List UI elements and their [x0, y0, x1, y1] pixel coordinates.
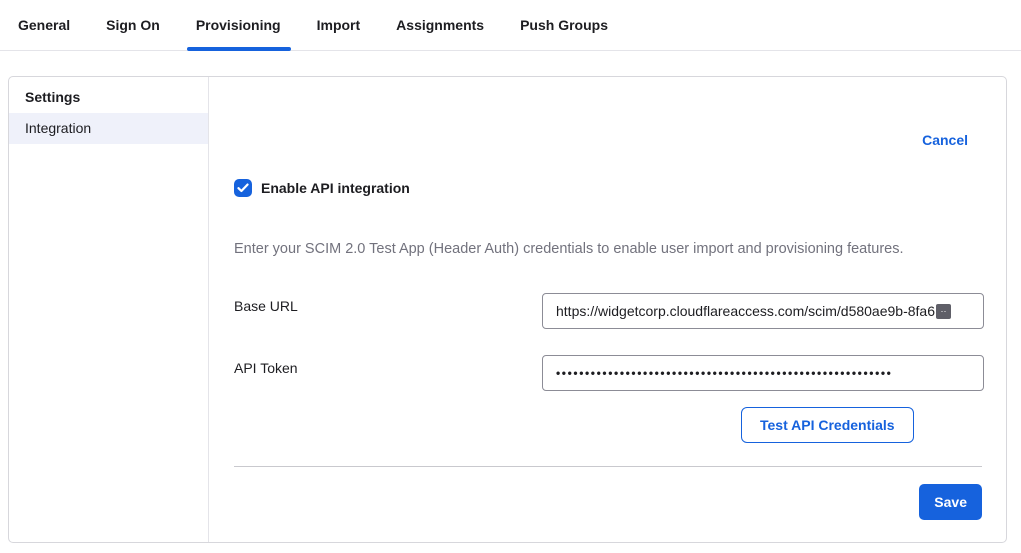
cancel-link[interactable]: Cancel [922, 132, 968, 148]
tab-assignments-label: Assignments [396, 17, 484, 33]
enable-api-integration-label: Enable API integration [261, 180, 410, 196]
tab-provisioning-label: Provisioning [196, 17, 281, 33]
settings-sidebar: Settings Integration [9, 77, 209, 542]
active-tab-underline [187, 47, 291, 51]
tab-push-groups[interactable]: Push Groups [520, 0, 608, 51]
tab-sign-on-label: Sign On [106, 17, 160, 33]
sidebar-item-integration[interactable]: Integration [9, 113, 208, 144]
app-tab-bar: General Sign On Provisioning Import Assi… [0, 0, 1021, 51]
tab-assignments[interactable]: Assignments [396, 0, 484, 51]
base-url-label: Base URL [234, 298, 298, 314]
tab-sign-on[interactable]: Sign On [106, 0, 160, 51]
sidebar-item-label: Integration [25, 120, 91, 136]
tab-general-label: General [18, 17, 70, 33]
tab-import[interactable]: Import [317, 0, 361, 51]
check-icon [237, 183, 249, 193]
footer-divider [234, 466, 982, 467]
credentials-description: Enter your SCIM 2.0 Test App (Header Aut… [234, 241, 982, 257]
text-overflow-marker: ·· [936, 304, 951, 319]
provisioning-settings-page: General Sign On Provisioning Import Assi… [0, 0, 1021, 553]
test-api-credentials-button[interactable]: Test API Credentials [741, 407, 914, 443]
enable-api-integration-row: Enable API integration [234, 179, 410, 197]
enable-api-integration-checkbox[interactable] [234, 179, 252, 197]
provisioning-panel: Settings Integration Cancel Enable API i… [8, 76, 1007, 543]
api-token-masked-value: ••••••••••••••••••••••••••••••••••••••••… [556, 366, 892, 380]
sidebar-header: Settings [9, 77, 208, 113]
tab-provisioning[interactable]: Provisioning [196, 0, 281, 51]
api-token-label: API Token [234, 360, 298, 376]
base-url-input[interactable]: https://widgetcorp.cloudflareaccess.com/… [542, 293, 984, 329]
integration-settings-content: Cancel Enable API integration Enter your… [209, 77, 1006, 542]
tab-import-label: Import [317, 17, 361, 33]
tab-general[interactable]: General [18, 0, 70, 51]
tab-push-groups-label: Push Groups [520, 17, 608, 33]
save-button[interactable]: Save [919, 484, 982, 520]
api-token-input[interactable]: ••••••••••••••••••••••••••••••••••••••••… [542, 355, 984, 391]
base-url-value: https://widgetcorp.cloudflareaccess.com/… [556, 303, 935, 319]
